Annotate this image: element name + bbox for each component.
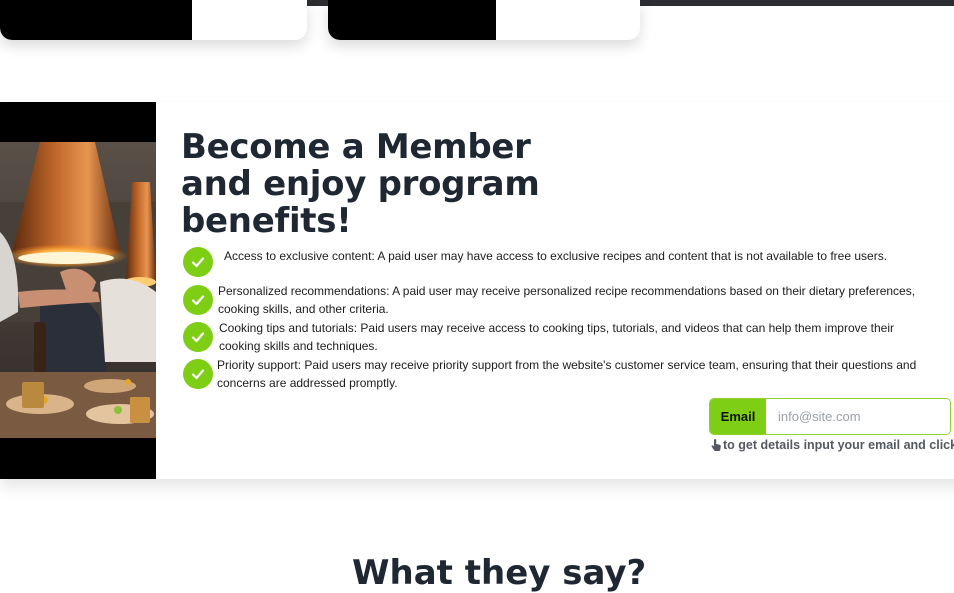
- membership-title: Become a Member and enjoy program benefi…: [181, 127, 540, 241]
- card-image: [328, 0, 496, 40]
- benefit-text: Access to exclusive content: A paid user…: [224, 249, 888, 263]
- email-label: Email: [710, 399, 766, 434]
- checkmark-icon: [183, 285, 213, 315]
- recipe-card[interactable]: [328, 0, 640, 40]
- checkmark-icon: [183, 247, 213, 277]
- pointer-hand-icon: [711, 439, 721, 451]
- email-input[interactable]: [766, 399, 950, 434]
- chef-kitchen-photo: [0, 142, 156, 438]
- card-image: [0, 0, 192, 40]
- checkmark-icon: [183, 322, 213, 352]
- email-hint-text: to get details input your email and clic…: [723, 438, 954, 452]
- membership-section: Become a Member and enjoy program benefi…: [0, 102, 954, 479]
- recipe-card[interactable]: [0, 0, 307, 40]
- email-input-group: Email: [709, 398, 951, 435]
- benefit-text: Cooking tips and tutorials: Paid users m…: [219, 321, 895, 353]
- email-hint: to get details input your email and clic…: [711, 438, 954, 452]
- checkmark-icon: [183, 359, 213, 389]
- benefit-text: Personalized recommendations: A paid use…: [218, 284, 916, 316]
- benefit-text: Priority support: Paid users may receive…: [217, 358, 917, 390]
- chef-photo-frame: [0, 102, 156, 479]
- testimonials-title: What they say?: [352, 553, 647, 593]
